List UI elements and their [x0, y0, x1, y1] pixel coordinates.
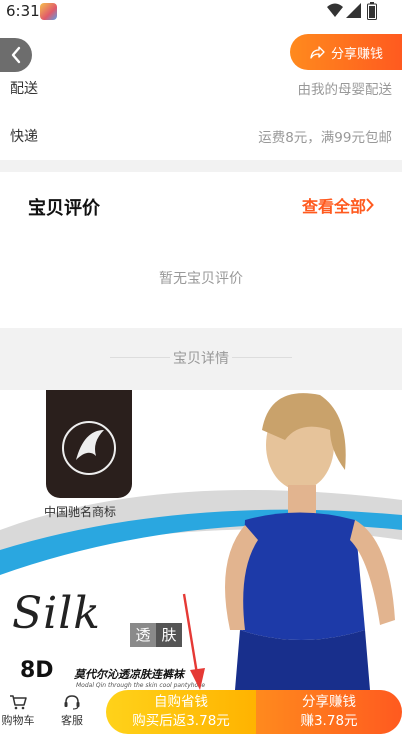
app-notification-icon [40, 3, 57, 20]
chevron-right-icon [366, 198, 374, 212]
self-buy-title: 自购省钱 [154, 694, 208, 710]
share-earn-amount: 赚3.78元 [300, 713, 358, 729]
reviews-empty-text: 暂无宝贝评价 [159, 271, 243, 287]
battery-icon [367, 2, 377, 20]
headset-icon [64, 695, 80, 710]
express-value: 运费8元，满99元包邮 [258, 130, 392, 146]
details-header: 宝贝详情 [0, 328, 402, 390]
brand-emblem-icon [62, 421, 116, 475]
delivery-label: 配送 [10, 81, 38, 97]
status-time: 6:31 [6, 2, 40, 20]
view-all-label: 查看全部 [301, 197, 366, 216]
self-buy-rebate: 购买后返3.78元 [132, 713, 230, 729]
share-icon [310, 45, 325, 59]
reviews-title: 宝贝评价 [28, 198, 100, 219]
cart-tab[interactable]: 购物车 [0, 694, 38, 728]
signal-icon [346, 3, 361, 18]
brand-logo [46, 390, 132, 498]
details-title: 宝贝详情 [173, 351, 229, 367]
transparent-skin-tag: 透 肤 [130, 623, 182, 647]
slogan-text: 莫代尔沁透凉肤连裤袜 [74, 668, 184, 681]
trademark-text: 中国驰名商标 [44, 505, 117, 519]
share-earn-button[interactable]: 分享赚钱 赚3.78元 [256, 690, 402, 734]
cart-label: 购物车 [1, 714, 35, 727]
status-bar: 6:31 [0, 0, 402, 24]
view-all-reviews-link[interactable]: 查看全部 [302, 193, 374, 217]
self-buy-button[interactable]: 自购省钱 购买后返3.78元 [106, 690, 256, 734]
tag-left: 透 [130, 623, 156, 647]
reviews-section: 宝贝评价 查看全部 暂无宝贝评价 [0, 172, 402, 328]
express-label: 快递 [10, 129, 38, 145]
express-row: 快递 运费8元，满99元包邮 [0, 112, 402, 160]
service-label: 客服 [61, 714, 83, 727]
service-tab[interactable]: 客服 [52, 694, 92, 728]
tag-right: 肤 [156, 623, 182, 647]
share-earn-top-label: 分享赚钱 [331, 46, 384, 62]
divider-line-right [232, 357, 292, 358]
product-detail-page: 6:31 分享赚钱 配送 由我的母婴配送 快递 运费8元，满99元包邮 宝贝评价… [0, 0, 402, 734]
brand-script-text: Silk [12, 588, 101, 639]
share-earn-title: 分享赚钱 [302, 694, 356, 710]
model-text: 8D [20, 658, 54, 683]
wifi-icon [327, 3, 343, 17]
section-divider [0, 160, 402, 172]
back-icon [11, 46, 21, 64]
delivery-value: 由我的母婴配送 [297, 82, 393, 98]
annotation-arrow-icon [182, 593, 205, 690]
cart-icon [10, 695, 27, 710]
delivery-row: 配送 由我的母婴配送 [0, 64, 402, 112]
